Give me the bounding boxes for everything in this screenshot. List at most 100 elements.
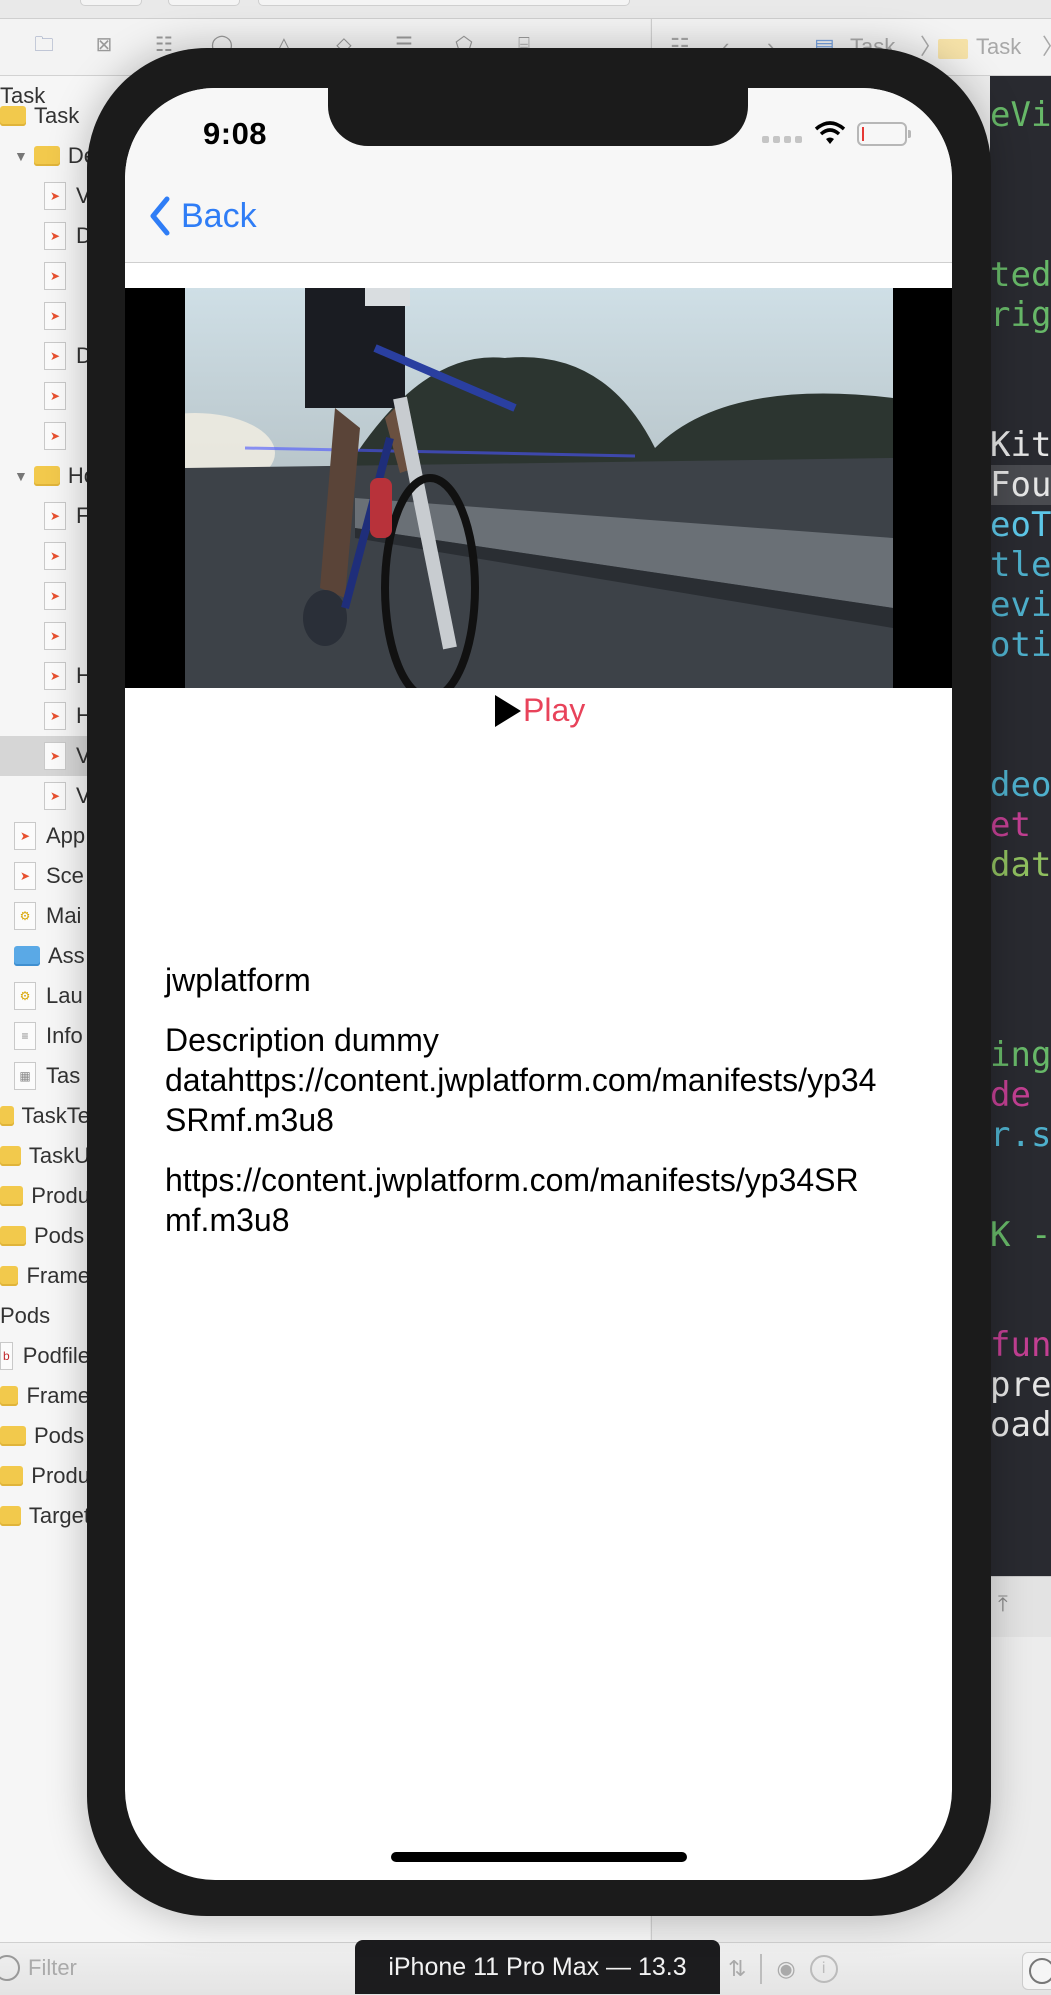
navigator-item-label: Frame	[26, 1383, 90, 1408]
navigator-item[interactable]: Pods	[0, 1216, 90, 1256]
navigator-item[interactable]: b Podfile	[0, 1336, 90, 1376]
share-icon[interactable]: ⤒	[998, 1591, 1008, 1617]
code-fragment: evie	[990, 585, 1051, 625]
cyclist-scene-image	[185, 288, 893, 688]
storyboard-file-icon: ⚙	[14, 982, 36, 1010]
code-fragment: otit	[990, 625, 1051, 665]
navigator-item[interactable]: Task	[0, 96, 90, 136]
swift-file-icon: ➤	[44, 662, 66, 690]
status-time: 9:08	[203, 116, 268, 151]
code-fragment: prev	[990, 1365, 1051, 1405]
back-button[interactable]: Back	[149, 196, 257, 236]
swift-file-icon: ➤	[44, 502, 66, 530]
disclosure-triangle-icon[interactable]: ▼	[14, 468, 28, 484]
code-fragment: date	[990, 845, 1051, 885]
storyboard-file-icon: ⚙	[14, 902, 36, 930]
eye-icon[interactable]: ◉	[776, 1956, 795, 1982]
asset-catalog-icon	[14, 946, 40, 966]
code-fragment: ing	[990, 1035, 1051, 1075]
stepper-chevrons-icon[interactable]: ⇅	[728, 1956, 746, 1982]
code-fragment: func	[990, 1325, 1051, 1365]
device-screen: 9:08 Back Play jwplatform Description du…	[125, 88, 952, 1880]
disclosure-triangle-icon[interactable]: ▼	[14, 148, 28, 164]
video-url: https://content.jwplatform.com/manifests…	[165, 1162, 859, 1238]
play-button[interactable]: Play	[495, 692, 585, 729]
code-fragment: K -	[990, 1215, 1051, 1255]
folder-icon	[0, 1186, 24, 1206]
code-fragment: eVie	[990, 95, 1051, 135]
chevron-left-icon	[150, 196, 170, 236]
navigator-item-label: App	[46, 823, 86, 848]
code-fragment: righ	[990, 295, 1051, 335]
swift-file-icon: ➤	[14, 862, 36, 890]
folder-icon	[0, 1226, 26, 1246]
divider	[760, 1954, 763, 1984]
info-icon[interactable]: i	[809, 1955, 838, 1983]
swift-file-icon: ➤	[44, 622, 66, 650]
filter-placeholder: Filter	[28, 1955, 77, 1980]
wifi-icon	[814, 121, 846, 144]
podfile-file-icon: b	[0, 1342, 13, 1370]
navigator-item-label: Sce	[46, 863, 84, 888]
code-fragment: r.se	[990, 1115, 1051, 1155]
navigator-item[interactable]: TaskU	[0, 1136, 90, 1176]
filter-icon	[0, 1955, 20, 1981]
back-label: Back	[181, 196, 257, 235]
folder-icon	[0, 106, 26, 126]
navigator-item-label: Tas	[46, 1063, 81, 1088]
folder-icon	[33, 466, 60, 486]
navigator-item-label: TaskU	[28, 1143, 90, 1168]
navigator-item-label: Info	[46, 1023, 83, 1048]
code-fragment: oadd	[990, 1405, 1051, 1445]
navigator-item-label: Ass	[48, 943, 85, 968]
simulator-device-label: iPhone 11 Pro Max — 13.3	[355, 1940, 720, 1994]
swift-file-icon: ➤	[44, 222, 66, 250]
source-editor[interactable]: eVie ted righ KitFoueoTtleLevieotit deo:et …	[990, 76, 1051, 1576]
navigator-item-label: TaskTe	[21, 1103, 90, 1128]
project-navigator-folder-icon[interactable]: 🗀	[32, 33, 56, 57]
navigator-item[interactable]: TaskTe	[0, 1096, 90, 1136]
navigator-item[interactable]: Produ	[0, 1456, 90, 1496]
plist-file-icon: ≡	[14, 1022, 36, 1050]
navigator-item[interactable]: Pods	[0, 1416, 90, 1456]
navigator-item-label: Lau	[46, 983, 83, 1008]
navigator-item-label: Target	[28, 1503, 90, 1528]
swift-file-icon: ➤	[44, 702, 66, 730]
navigation-bar: Back	[125, 178, 952, 263]
code-fragment: Fou	[990, 465, 1051, 505]
navigator-item[interactable]: Target	[0, 1496, 90, 1536]
navigator-item[interactable]: Frame	[0, 1376, 90, 1416]
play-label: Play	[523, 692, 586, 728]
video-player[interactable]	[125, 288, 952, 688]
video-details: jwplatform Description dummy datahttps:/…	[165, 960, 885, 1260]
editor-filter-button[interactable]	[1022, 1952, 1051, 1990]
home-indicator[interactable]	[391, 1852, 687, 1862]
folder-icon	[0, 1146, 21, 1166]
code-fragment: de T	[990, 1075, 1051, 1115]
swift-file-icon: ➤	[44, 542, 66, 570]
navigator-item[interactable]: Produ	[0, 1176, 90, 1216]
code-fragment: tleL	[990, 545, 1051, 585]
toolbar-control[interactable]	[168, 0, 240, 6]
folder-icon	[0, 1506, 21, 1526]
code-fragment: et -	[990, 805, 1051, 845]
jumpbar-crumb[interactable]: Task	[976, 33, 1021, 61]
iphone-simulator-frame: 9:08 Back Play jwplatform Description du…	[87, 48, 991, 1916]
navigator-item[interactable]: Frame	[0, 1256, 90, 1296]
code-fragment: deo:	[990, 765, 1051, 805]
device-notch	[328, 88, 748, 146]
navigator-item-label: Pods	[0, 1303, 51, 1328]
navigator-item-label: Task	[34, 103, 80, 128]
swift-file-icon: ➤	[44, 582, 66, 610]
xcode-window-toolbar	[0, 0, 1051, 19]
swift-file-icon: ➤	[44, 182, 66, 210]
navigator-item[interactable]: Pods	[0, 1296, 90, 1336]
source-control-navigator-icon[interactable]: ⊠	[92, 33, 116, 57]
navigator-item-label: Pods	[34, 1423, 85, 1448]
filter-field[interactable]: Filter	[0, 1953, 77, 1983]
swift-file-icon: ➤	[44, 342, 66, 370]
toolbar-control[interactable]	[80, 0, 142, 6]
swift-file-icon: ➤	[44, 382, 66, 410]
folder-icon	[0, 1426, 26, 1446]
folder-icon	[938, 39, 968, 59]
